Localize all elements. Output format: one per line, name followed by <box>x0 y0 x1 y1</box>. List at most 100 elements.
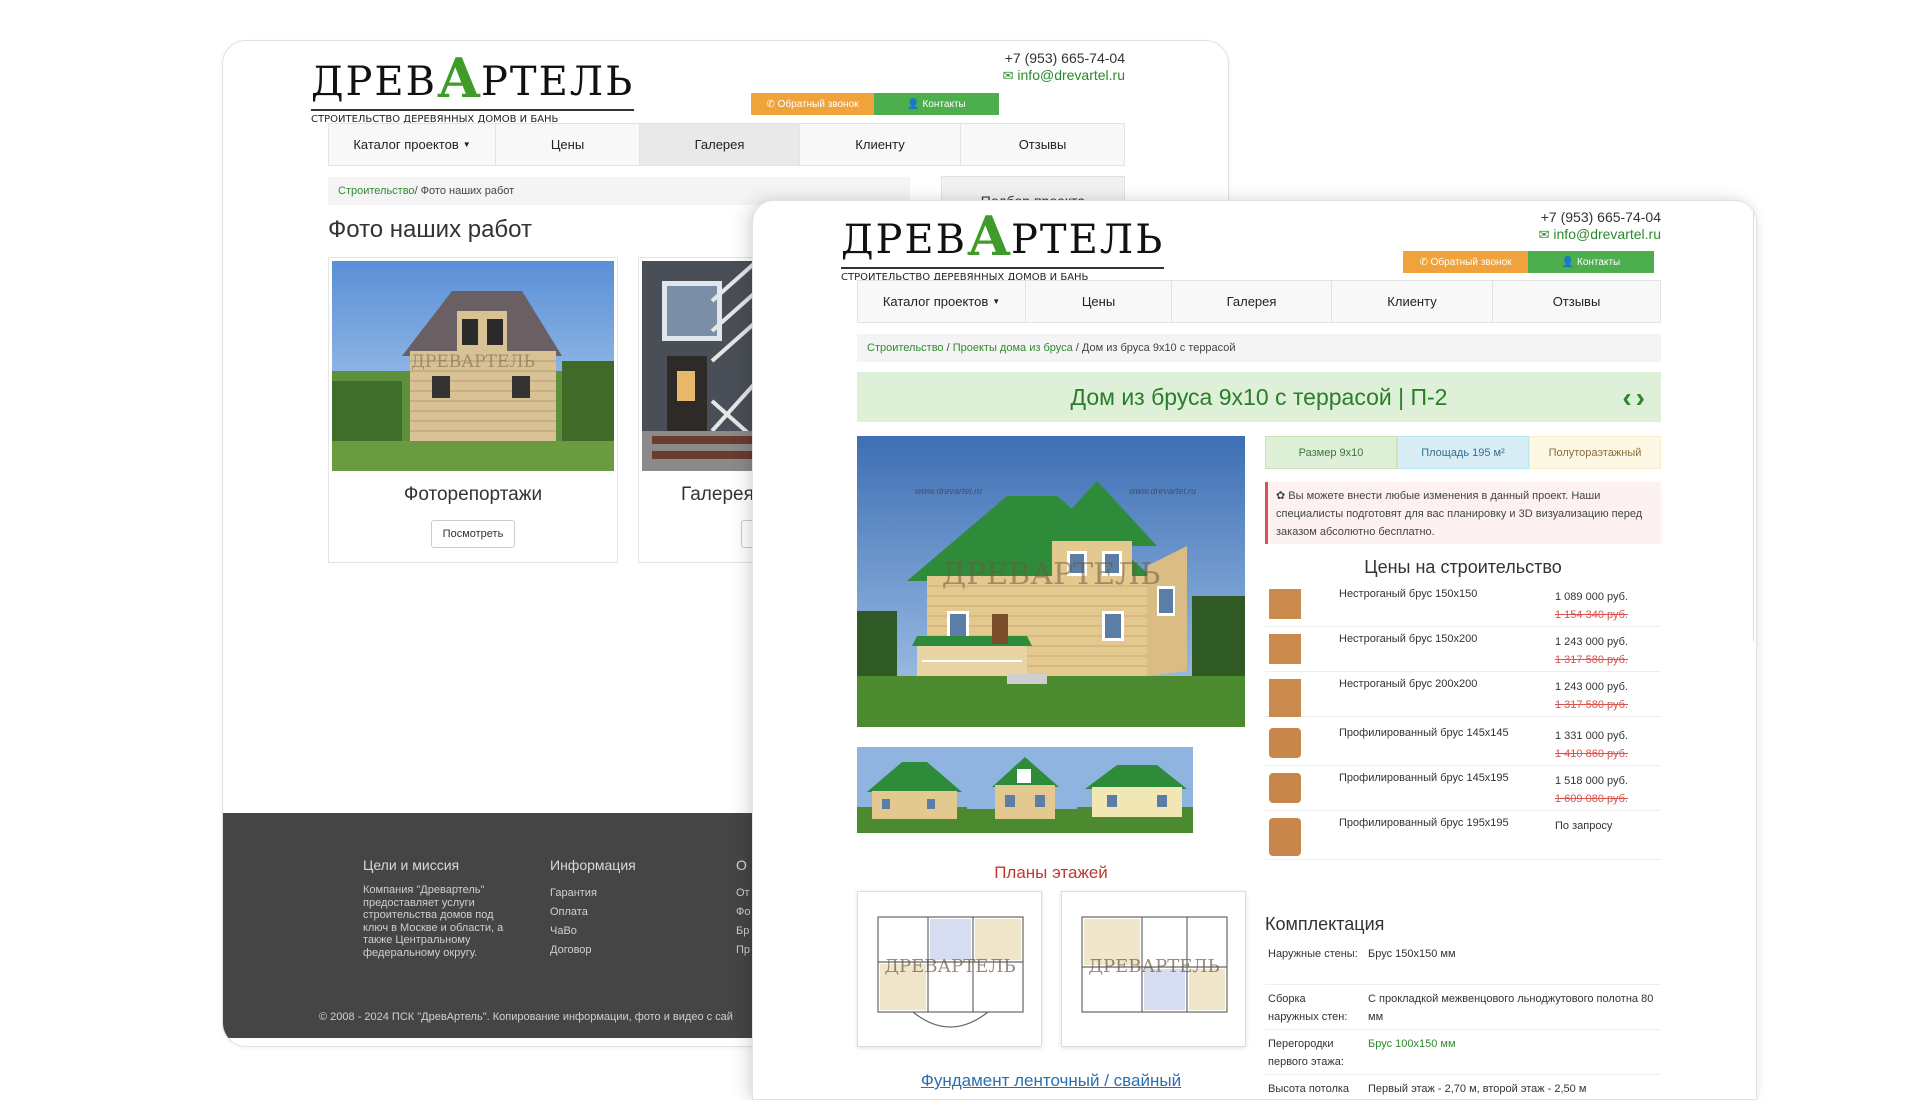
equipment-heading: Комплектация <box>1265 914 1385 934</box>
footer-text-line: Компания "Древартель" <box>363 884 485 896</box>
timber-swatch <box>1269 679 1301 717</box>
footer-heading: Цели и миссия <box>363 857 460 873</box>
price-old: 1 609 080 руб. <box>1555 793 1628 805</box>
email-link[interactable]: info@drevartel.ru <box>1553 226 1661 242</box>
spec-size: Размер 9х10 <box>1265 436 1397 469</box>
contacts-button[interactable]: 👤 Контакты <box>874 93 999 115</box>
card-caption: Фоторепортажи <box>403 484 543 505</box>
floor-plan-image[interactable]: ДРЕВАРТЕЛЬ <box>1061 891 1246 1047</box>
footer-text-line: также Центральному <box>363 934 471 946</box>
contacts-button[interactable]: 👤 Контакты <box>1528 251 1654 273</box>
breadcrumb-link[interactable]: Строительство <box>338 185 415 197</box>
timber-swatch <box>1269 634 1301 664</box>
timber-name: Профилированный брус 195х195 <box>1339 817 1509 829</box>
project-thumbnail[interactable] <box>1077 747 1193 833</box>
user-icon: 👤 <box>907 98 920 110</box>
prices-heading: Цены на строительство <box>1364 557 1562 577</box>
project-title: Дом из бруса 9х10 с террасой | П-2 <box>1070 383 1448 410</box>
footer-text-line: федеральному округу. <box>363 946 478 959</box>
nav-catalog[interactable]: Каталог проектов ▼ <box>858 281 1026 322</box>
view-button[interactable]: Посмотреть <box>431 520 515 548</box>
phone-icon: ✆ <box>766 98 775 110</box>
equipment-value: Первый этаж - 2,70 м, второй этаж - 2,50… <box>1368 1083 1587 1095</box>
breadcrumb: Строительство / Проекты дома из бруса / … <box>857 334 1661 362</box>
footer-mission: Цели и миссия Компания "Древартель" пред… <box>363 857 513 959</box>
email-link[interactable]: info@drevartel.ru <box>1017 67 1125 83</box>
footer-link[interactable]: Оплата <box>550 903 690 922</box>
callback-button[interactable]: ✆ Обратный звонок <box>1403 251 1528 273</box>
price-current: 1 518 000 руб. <box>1555 775 1628 787</box>
header-cta: ✆ Обратный звонок 👤 Контакты <box>1403 251 1654 273</box>
nav-prices[interactable]: Цены <box>496 124 640 165</box>
phone-number[interactable]: +7 (953) 665-74-04 <box>1359 209 1661 226</box>
card-photo: ДРЕВАРТЕЛЬ <box>332 261 614 471</box>
customization-notice: ✿ Вы можете внести любые изменения в дан… <box>1265 482 1661 544</box>
project-thumbnail[interactable] <box>857 747 973 833</box>
user-icon: 👤 <box>1561 256 1575 268</box>
callback-button[interactable]: ✆ Обратный звонок <box>751 93 874 115</box>
breadcrumb-link[interactable]: Проекты дома из бруса <box>953 342 1073 354</box>
price-old: 1 154 340 руб. <box>1555 609 1628 621</box>
phone-icon: ✆ <box>1419 256 1428 268</box>
nav-reviews[interactable]: Отзывы <box>1493 281 1660 322</box>
floor-plans-heading: Планы этажей <box>994 863 1108 882</box>
price-current: 1 243 000 руб. <box>1555 636 1628 648</box>
phone-number[interactable]: +7 (953) 665-74-04 <box>823 50 1125 67</box>
svg-text:ДРЕВАРТЕЛЬ: ДРЕВАРТЕЛЬ <box>884 956 1015 977</box>
equipment-value: С прокладкой межвенцового льноджутового … <box>1368 993 1654 1023</box>
chevron-right-icon[interactable]: › <box>1636 382 1649 413</box>
equipment-key: Наружные стены: <box>1268 948 1358 960</box>
price-row: Профилированный брус 145х145 1 331 000 р… <box>1265 722 1661 766</box>
caret-down-icon: ▼ <box>992 297 1001 306</box>
breadcrumb-current: Дом из бруса 9х10 с террасой <box>1081 342 1236 354</box>
nav-reviews[interactable]: Отзывы <box>961 124 1124 165</box>
price-row: Нестроганый брус 200х200 1 243 000 руб. 1… <box>1265 673 1661 717</box>
nav-gallery[interactable]: Галерея <box>640 124 800 165</box>
nav-client[interactable]: Клиенту <box>800 124 961 165</box>
price-row: Профилированный брус 145х195 1 518 000 р… <box>1265 767 1661 811</box>
svg-text:ДРЕВАРТЕЛЬ: ДРЕВАРТЕЛЬ <box>1088 956 1219 977</box>
timber-name: Профилированный брус 145х195 <box>1339 772 1509 784</box>
equipment-value: Брус 150х150 мм <box>1368 948 1456 960</box>
caret-down-icon: ▼ <box>462 140 471 149</box>
site-logo[interactable]: ДРЕВАРТЕЛЬ СТРОИТЕЛЬСТВО ДЕРЕВЯННЫХ ДОМО… <box>311 51 635 125</box>
copyright: © 2008 - 2024 ПСК "ДревАртель". Копирова… <box>319 1011 733 1023</box>
project-main-image[interactable]: www.drevartel.ru www.drevartel.ru ДРЕВАР… <box>857 436 1245 727</box>
nav-prices[interactable]: Цены <box>1026 281 1172 322</box>
envelope-icon: ✉ <box>1002 68 1014 83</box>
nav-client[interactable]: Клиенту <box>1332 281 1493 322</box>
equipment-value[interactable]: Брус 100х150 мм <box>1368 1035 1658 1053</box>
nav-catalog[interactable]: Каталог проектов ▼ <box>329 124 496 165</box>
floor-plan-image[interactable]: ДРЕВАРТЕЛЬ <box>857 891 1042 1047</box>
price-old: 1 317 580 руб. <box>1555 699 1628 711</box>
header-cta: ✆ Обратный звонок 👤 Контакты <box>751 93 999 115</box>
price-row: Профилированный брус 195х195 По запросу <box>1265 812 1661 860</box>
timber-swatch <box>1269 818 1301 856</box>
breadcrumb-current: / Фото наших работ <box>414 185 515 197</box>
scrollbar[interactable] <box>1753 201 1754 641</box>
equipment-key: Сборка наружных стен: <box>1268 993 1348 1023</box>
gallery-card[interactable]: ДРЕВАРТЕЛЬ Фоторепортажи Посмотреть <box>328 257 618 563</box>
price-current: По запросу <box>1555 820 1613 832</box>
chevron-left-icon[interactable]: ‹ <box>1622 382 1635 413</box>
footer-text-line: ключ в Москве и области, а <box>363 921 504 934</box>
foundation-link[interactable]: Фундамент ленточный / свайный <box>857 1071 1245 1091</box>
equipment-row: Высота потолка (в чистоте): Первый этаж … <box>1265 1080 1661 1099</box>
equipment-row: Перегородки первого этажа: Брус 100х150 … <box>1265 1035 1661 1075</box>
timber-swatch <box>1269 728 1301 758</box>
price-current: 1 331 000 руб. <box>1555 730 1628 742</box>
nav-gallery[interactable]: Галерея <box>1172 281 1332 322</box>
watermark: www.drevartel.ru <box>915 486 982 496</box>
footer-link[interactable]: Гарантия <box>550 884 690 903</box>
footer-link[interactable]: ЧаВо <box>550 922 690 941</box>
svg-text:ДРЕВАРТЕЛЬ: ДРЕВАРТЕЛЬ <box>942 557 1161 592</box>
site-logo[interactable]: ДРЕВАРТЕЛЬ СТРОИТЕЛЬСТВО ДЕРЕВЯННЫХ ДОМО… <box>841 209 1165 283</box>
project-thumbnail[interactable] <box>967 747 1083 833</box>
breadcrumb-link[interactable]: Строительство <box>867 342 944 354</box>
price-old: 1 317 580 руб. <box>1555 654 1628 666</box>
footer-link[interactable]: Договор <box>550 941 690 960</box>
footer-text-line: строительства домов под <box>363 909 494 921</box>
project-pager: ‹› <box>1622 382 1649 414</box>
main-nav: Каталог проектов ▼ Цены Галерея Клиенту О… <box>857 280 1661 323</box>
price-old: 1 410 860 руб. <box>1555 748 1628 760</box>
